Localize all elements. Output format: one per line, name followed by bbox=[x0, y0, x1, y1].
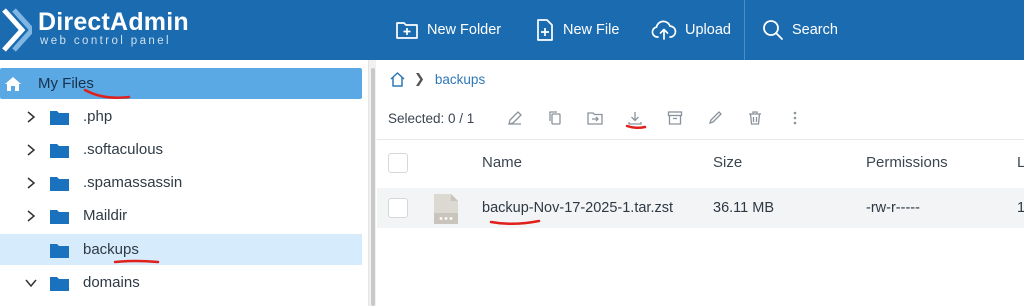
search-button[interactable]: Search bbox=[762, 0, 838, 60]
column-size[interactable]: Size bbox=[713, 154, 742, 171]
sidebar-item-maildir[interactable]: Maildir bbox=[0, 200, 362, 231]
sidebar-item-spamassassin[interactable]: .spamassassin bbox=[0, 167, 362, 198]
sidebar-item-php[interactable]: .php bbox=[0, 101, 362, 132]
search-label: Search bbox=[792, 22, 838, 38]
top-bar: DirectAdmin web control panel New Folder… bbox=[0, 0, 1024, 60]
sidebar-item-label: domains bbox=[83, 274, 140, 291]
sidebar-item-domains[interactable]: domains bbox=[0, 267, 362, 298]
home-icon[interactable] bbox=[389, 71, 406, 88]
chevron-down-icon[interactable] bbox=[24, 276, 38, 290]
column-name[interactable]: Name bbox=[482, 154, 522, 171]
more-icon[interactable] bbox=[785, 108, 805, 128]
sidebar-item-label: backups bbox=[83, 241, 139, 258]
file-permissions: -rw-r----- bbox=[866, 200, 920, 216]
file-plus-icon bbox=[537, 19, 553, 41]
directadmin-logo-icon bbox=[2, 8, 32, 52]
table-row[interactable]: backup-Nov-17-2025-1.tar.zst 36.11 MB -r… bbox=[377, 188, 1024, 228]
file-name[interactable]: backup-Nov-17-2025-1.tar.zst bbox=[482, 200, 673, 216]
brand-logo[interactable]: DirectAdmin web control panel bbox=[0, 0, 200, 60]
edit-icon[interactable] bbox=[505, 108, 525, 128]
upload-button[interactable]: Upload bbox=[651, 0, 731, 60]
new-folder-button[interactable]: New Folder bbox=[395, 0, 501, 60]
sidebar-item-label: .softaculous bbox=[83, 141, 164, 158]
file-actions-toolbar: Selected: 0 / 1 bbox=[377, 98, 1024, 138]
upload-label: Upload bbox=[685, 22, 731, 38]
table-header: Name Size Permissions L bbox=[377, 146, 1024, 180]
breadcrumb: ❯ backups bbox=[389, 68, 485, 90]
sidebar-item-label: .php bbox=[83, 108, 113, 125]
move-icon[interactable] bbox=[585, 108, 605, 128]
folder-icon bbox=[50, 110, 69, 125]
row-checkbox[interactable] bbox=[388, 198, 408, 218]
chevron-right-icon[interactable] bbox=[24, 176, 38, 190]
column-permissions[interactable]: Permissions bbox=[866, 154, 948, 171]
file-browser-main: ❯ backups Selected: 0 / 1 Name Size Perm… bbox=[377, 60, 1024, 306]
brand-title: DirectAdmin bbox=[38, 8, 189, 36]
file-size: 36.11 MB bbox=[713, 200, 774, 216]
sidebar-item-my-files[interactable]: My Files bbox=[0, 68, 362, 99]
folder-icon bbox=[50, 209, 69, 224]
chevron-right-icon[interactable] bbox=[24, 143, 38, 157]
sidebar-item-label: Maildir bbox=[83, 207, 128, 224]
folder-icon bbox=[50, 143, 69, 158]
download-icon[interactable] bbox=[625, 108, 645, 128]
copy-icon[interactable] bbox=[545, 108, 565, 128]
sidebar-item-label: .spamassassin bbox=[83, 174, 183, 191]
selection-count: Selected: 0 / 1 bbox=[388, 110, 475, 126]
search-icon bbox=[763, 20, 783, 40]
new-file-button[interactable]: New File bbox=[535, 0, 619, 60]
breadcrumb-current[interactable]: backups bbox=[435, 72, 485, 87]
folder-icon bbox=[50, 176, 69, 191]
archive-icon[interactable] bbox=[665, 108, 685, 128]
sidebar-item-label: My Files bbox=[38, 75, 94, 92]
home-icon bbox=[5, 76, 21, 91]
sidebar-item-softaculous[interactable]: .softaculous bbox=[0, 134, 362, 165]
toolbar-divider bbox=[377, 139, 1024, 140]
file-archive-icon bbox=[434, 194, 458, 224]
folder-icon bbox=[50, 243, 69, 258]
delete-icon[interactable] bbox=[745, 108, 765, 128]
sidebar-scrollbar[interactable] bbox=[368, 60, 376, 306]
cloud-upload-icon bbox=[651, 20, 677, 40]
brand-subtitle: web control panel bbox=[40, 35, 171, 47]
new-folder-label: New Folder bbox=[427, 22, 502, 38]
select-all-checkbox[interactable] bbox=[388, 153, 408, 173]
folder-plus-icon bbox=[396, 22, 418, 39]
chevron-right-icon[interactable] bbox=[24, 209, 38, 223]
scrollbar-thumb[interactable] bbox=[371, 68, 375, 306]
chevron-right-icon[interactable] bbox=[24, 110, 38, 124]
breadcrumb-separator-icon: ❯ bbox=[414, 71, 425, 86]
new-file-label: New File bbox=[563, 22, 620, 38]
sidebar-item-backups[interactable]: backups bbox=[0, 234, 362, 265]
toolbar-divider bbox=[744, 0, 745, 60]
file-extra: 1 bbox=[1017, 200, 1024, 216]
folder-icon bbox=[50, 276, 69, 291]
file-tree-sidebar: My Files .php .softaculous .spamassassin… bbox=[0, 60, 370, 306]
rename-icon[interactable] bbox=[705, 108, 725, 128]
column-last-modified[interactable]: L bbox=[1017, 154, 1024, 171]
